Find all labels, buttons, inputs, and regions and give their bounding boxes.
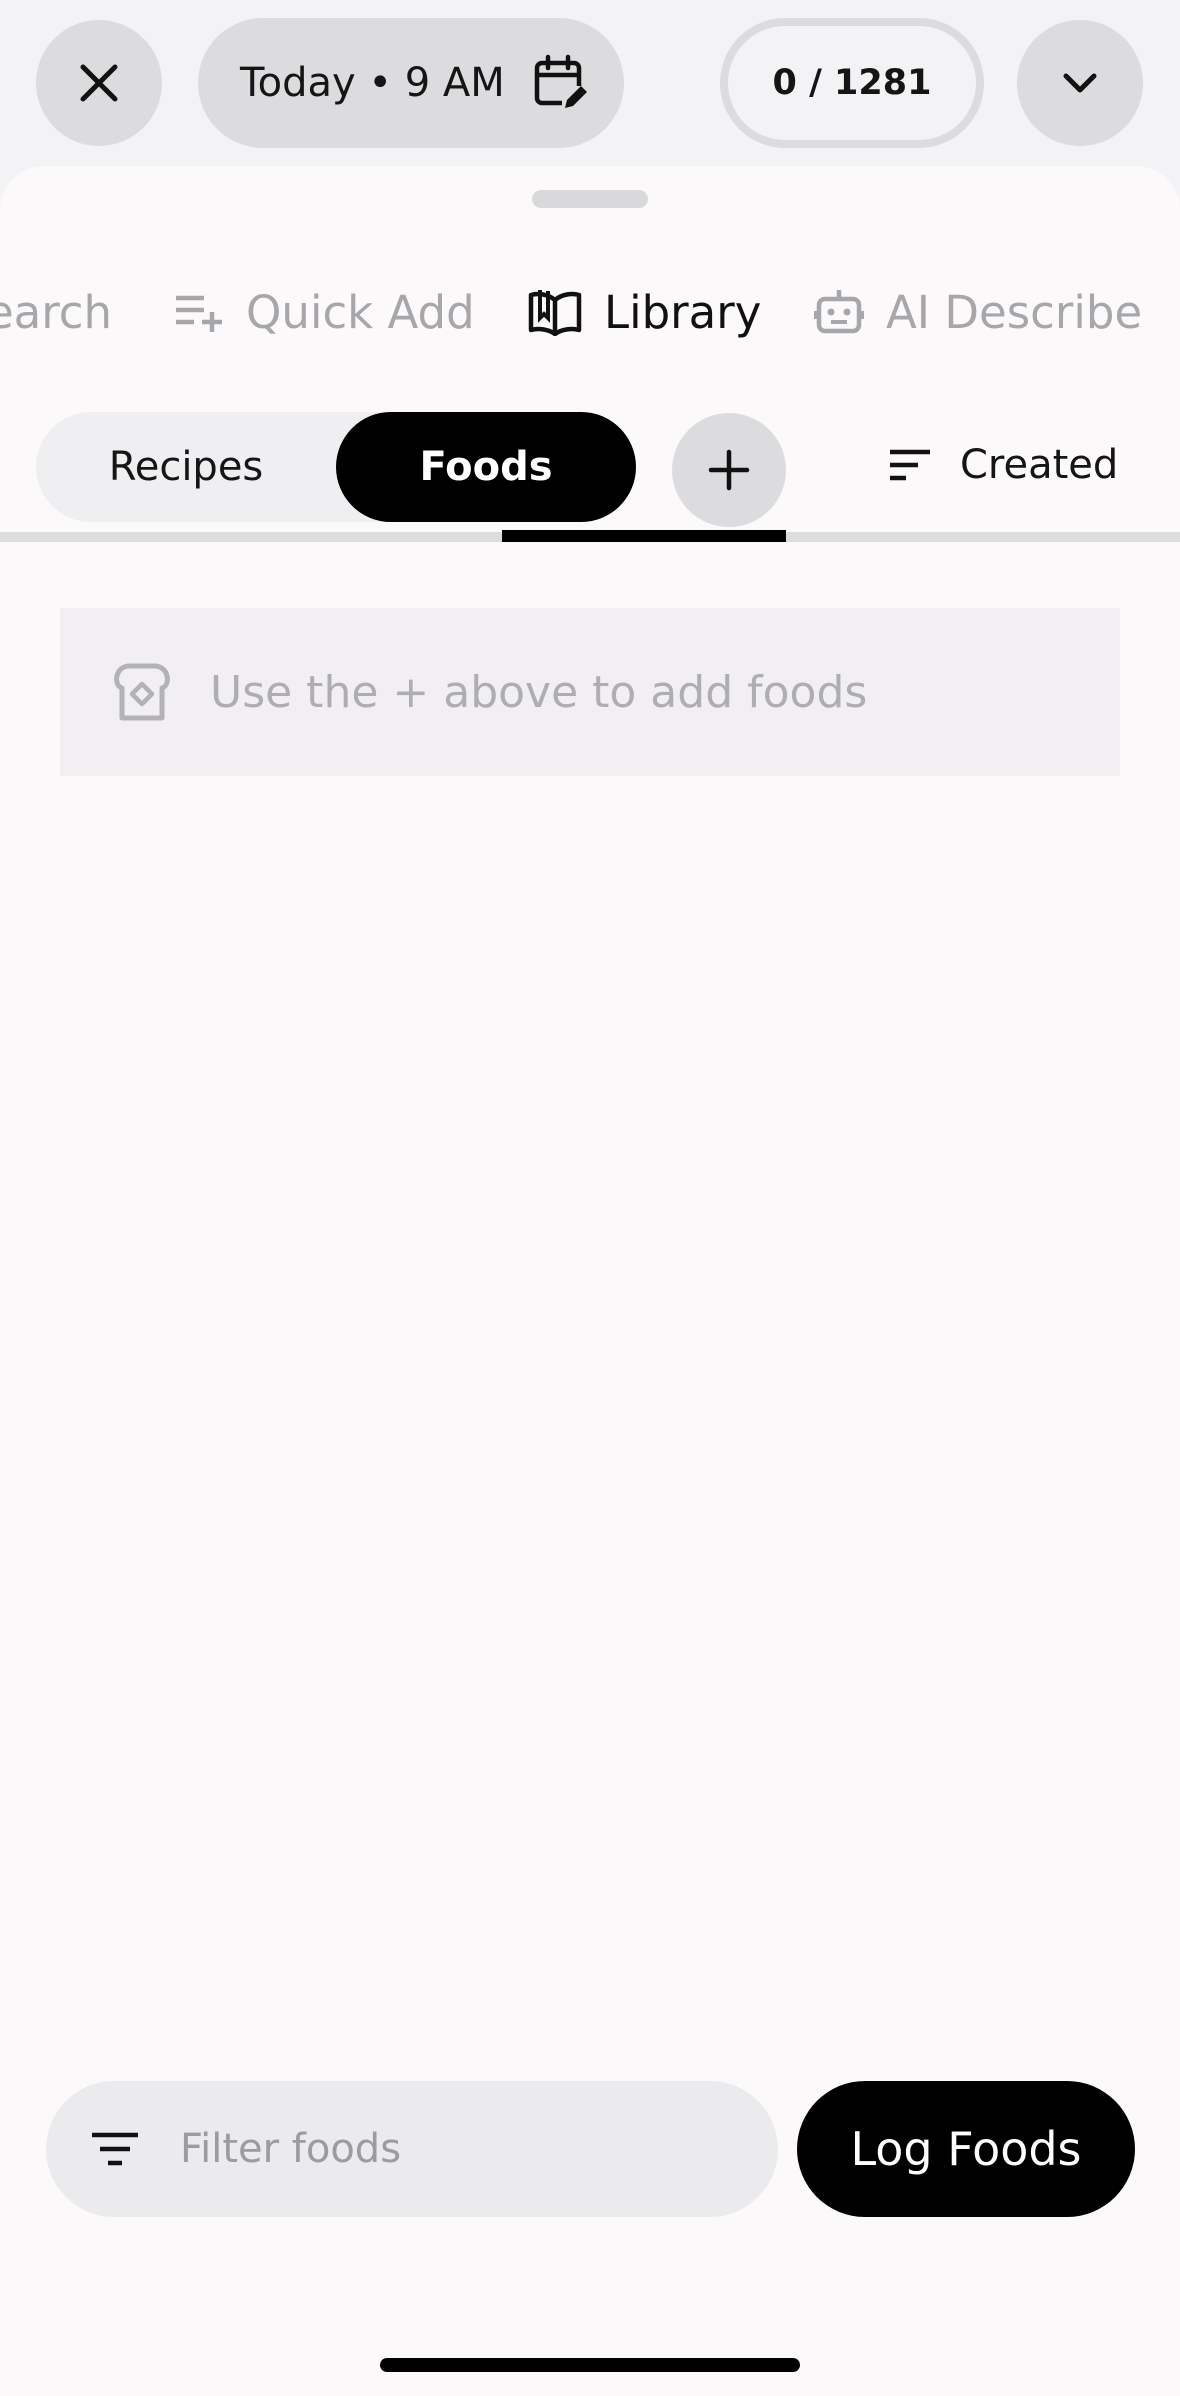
close-button[interactable]	[36, 20, 162, 146]
robot-icon	[814, 287, 864, 337]
sheet-grabber[interactable]	[532, 190, 648, 208]
home-indicator[interactable]	[380, 2358, 800, 2372]
tab-ai-describe[interactable]: AI Describe	[814, 252, 1142, 372]
counter-label: 0 / 1281	[772, 63, 932, 103]
chevron-down-icon	[1058, 61, 1102, 105]
tab-library[interactable]: Library	[528, 252, 761, 372]
date-time-label: Today • 9 AM	[240, 60, 505, 106]
filter-foods-input[interactable]	[180, 2126, 700, 2172]
plus-icon	[707, 448, 751, 492]
filter-bar[interactable]	[46, 2081, 778, 2217]
sort-label: Created	[960, 442, 1119, 488]
item-counter[interactable]: 0 / 1281	[720, 18, 984, 148]
close-icon	[75, 59, 123, 107]
segment-foods[interactable]: Foods	[336, 412, 636, 522]
empty-state-message: Use the + above to add foods	[210, 666, 868, 718]
tab-quick-add-label: Quick Add	[246, 285, 475, 339]
add-food-button[interactable]	[672, 413, 786, 527]
segment-recipes[interactable]: Recipes	[36, 412, 336, 522]
calendar-edit-icon	[532, 54, 590, 122]
tab-search[interactable]: earch	[0, 252, 112, 372]
date-time-selector[interactable]: Today • 9 AM	[198, 18, 624, 148]
tab-library-label: Library	[604, 285, 762, 339]
segment-recipes-label: Recipes	[108, 444, 264, 490]
log-foods-button[interactable]: Log Foods	[797, 2081, 1135, 2217]
filter-icon	[90, 2131, 140, 2167]
playlist-add-icon	[174, 290, 224, 334]
tab-search-label: earch	[0, 285, 113, 339]
library-segmented-control: Recipes Foods	[36, 412, 636, 522]
top-bar: Today • 9 AM 0 / 1281	[0, 0, 1180, 170]
segment-foods-label: Foods	[419, 444, 553, 490]
sort-button[interactable]: Created	[888, 430, 1118, 500]
collapse-button[interactable]	[1017, 20, 1143, 146]
tab-ai-describe-label: AI Describe	[886, 285, 1143, 339]
sort-icon	[888, 448, 932, 482]
tab-bar: earch Quick Add	[0, 252, 1180, 372]
log-foods-label: Log Foods	[850, 2122, 1082, 2176]
book-open-icon	[528, 288, 582, 336]
toast-bread-icon	[110, 662, 174, 722]
tab-quick-add[interactable]: Quick Add	[174, 252, 475, 372]
active-tab-indicator	[502, 530, 786, 542]
empty-state: Use the + above to add foods	[60, 608, 1120, 776]
